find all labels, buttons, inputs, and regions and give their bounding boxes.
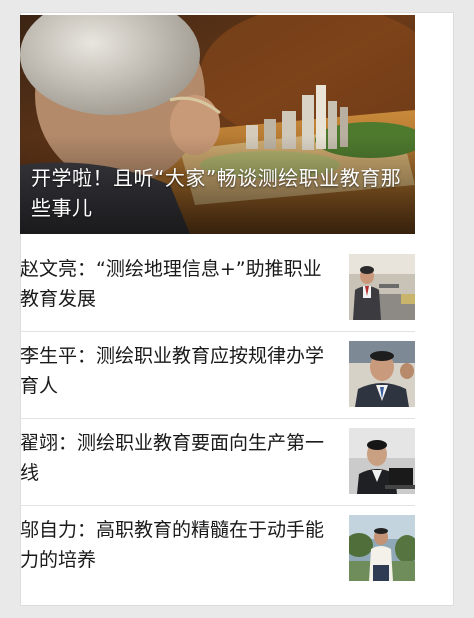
article-title: 赵文亮：“测绘地理信息+”助推职业教育发展 [20,258,322,310]
article-thumbnail [349,254,415,320]
article-title: 邬自力：高职教育的精髓在于动手能力的培养 [20,519,325,571]
hero-title: 开学啦！且听“大家”畅谈测绘职业教育那些事儿 [31,166,402,220]
article-thumbnail [349,515,415,581]
list-item[interactable]: 李生平：测绘职业教育应按规律办学育人 [20,332,415,419]
photo-speaker-at-podium-icon [349,254,415,320]
list-item[interactable]: 邬自力：高职教育的精髓在于动手能力的培养 [20,506,415,592]
article-list: 赵文亮：“测绘地理信息+”助推职业教育发展 李生平：测绘职业教育应按规律办学育人 [20,245,415,592]
photo-man-at-laptop-icon [349,428,415,494]
article-thumbnail [349,428,415,494]
photo-man-outdoors-icon [349,515,415,581]
list-item[interactable]: 翟翊：测绘职业教育要面向生产第一线 [20,419,415,506]
list-item[interactable]: 赵文亮：“测绘地理信息+”助推职业教育发展 [20,245,415,332]
article-thumbnail [349,341,415,407]
photo-man-in-suit-icon [349,341,415,407]
hero-article[interactable]: 开学啦！且听“大家”畅谈测绘职业教育那些事儿 [20,15,415,234]
article-title: 李生平：测绘职业教育应按规律办学育人 [20,345,325,397]
article-title: 翟翊：测绘职业教育要面向生产第一线 [20,432,325,484]
